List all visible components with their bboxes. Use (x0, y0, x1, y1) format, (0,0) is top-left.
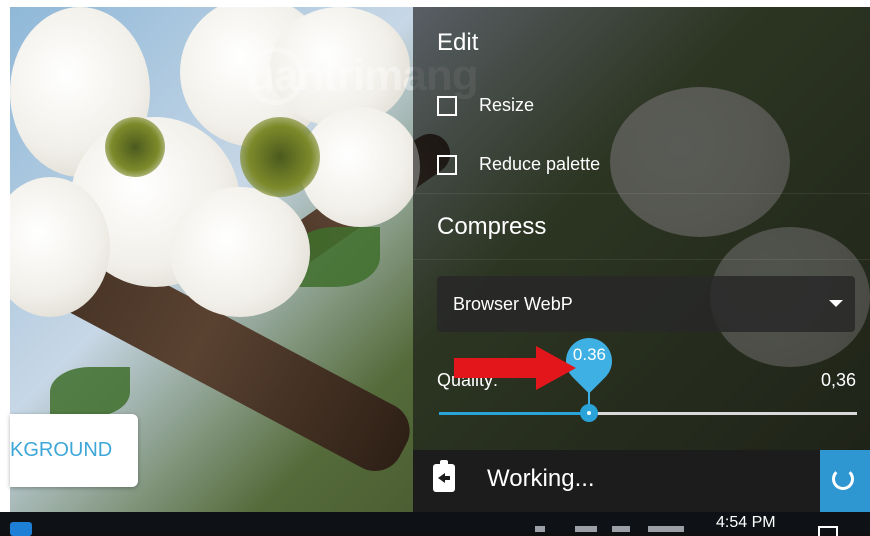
edit-section-title: Edit (437, 29, 479, 56)
section-divider (413, 193, 870, 194)
start-icon[interactable] (10, 522, 32, 536)
compress-method-value: Browser WebP (453, 293, 573, 314)
taskbar: 4:54 PM (0, 512, 870, 536)
section-divider (413, 259, 870, 260)
status-text: Working... (487, 465, 595, 492)
chevron-down-icon (829, 300, 843, 307)
status-bar: Working... (413, 450, 870, 512)
quality-value: 0,36 (820, 370, 856, 390)
resize-option[interactable]: Resize (437, 95, 534, 116)
quality-slider-fill (439, 412, 590, 415)
background-button-label: KGROUND (10, 439, 113, 461)
tray-icon[interactable] (575, 526, 597, 532)
quality-slider-thumb[interactable] (580, 404, 599, 422)
resize-label: Resize (479, 95, 535, 115)
flower-center (105, 117, 165, 177)
taskbar-clock[interactable]: 4:54 PM (716, 514, 776, 532)
flower-petal (170, 187, 310, 317)
tray-icon[interactable] (648, 526, 684, 532)
compress-method-select[interactable]: Browser WebP (437, 276, 855, 332)
notification-icon[interactable] (818, 526, 838, 536)
spinner-icon (832, 468, 854, 490)
resize-checkbox[interactable] (437, 95, 457, 116)
working-spinner-button[interactable] (820, 450, 870, 512)
arrow-shape (454, 346, 576, 390)
clipboard-back-icon (433, 460, 455, 492)
tray-icon[interactable] (612, 526, 630, 532)
leaf-decoration (50, 367, 130, 417)
background-button[interactable]: KGROUND (10, 414, 138, 487)
red-arrow-annotation (454, 346, 576, 390)
reduce-palette-checkbox[interactable] (437, 154, 457, 175)
reduce-palette-option[interactable]: Reduce palette (437, 154, 600, 175)
flower-center (240, 117, 320, 197)
settings-panel: Edit Resize Reduce palette Compress Brow… (413, 7, 870, 512)
compress-section-title: Compress (437, 213, 547, 240)
tray-icon[interactable] (535, 526, 545, 532)
screen: uantrimang KGROUND Edit Resize Reduce pa… (0, 0, 870, 536)
reduce-palette-label: Reduce palette (479, 154, 601, 174)
quality-slider[interactable] (439, 404, 857, 422)
